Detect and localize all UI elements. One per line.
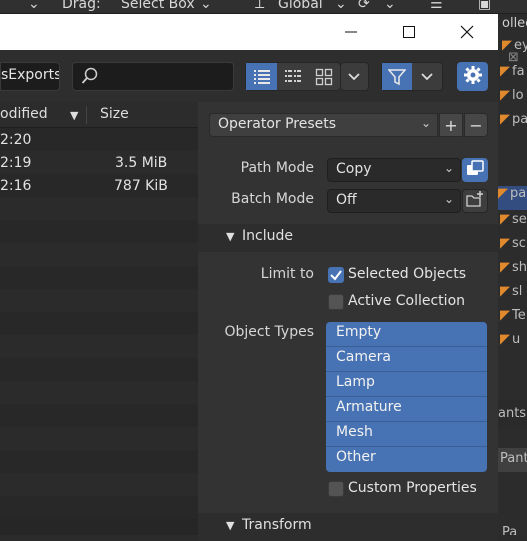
remove-preset-button[interactable]: − xyxy=(464,113,488,137)
path-mode-label: Path Mode xyxy=(240,160,314,176)
object-type-mesh[interactable]: Mesh xyxy=(326,422,487,447)
display-mode-group xyxy=(245,62,341,91)
add-preset-button[interactable]: + xyxy=(439,113,463,137)
object-type-empty[interactable]: Empty xyxy=(326,322,487,347)
properties-label: Pa xyxy=(502,525,518,535)
outliner-row[interactable]: ◤ fa xyxy=(500,64,527,88)
custom-properties-label[interactable]: Custom Properties xyxy=(348,480,477,496)
file-row-modified[interactable]: 2:19 xyxy=(0,155,31,171)
directory-path-field[interactable]: sExports\ xyxy=(0,62,60,91)
outliner-row[interactable]: ◤ lo xyxy=(500,88,527,112)
orientation-icon: ⟂ xyxy=(255,0,265,12)
properties-field[interactable]: Pants xyxy=(498,448,527,472)
new-folder-icon xyxy=(466,190,484,212)
outliner-row-selected[interactable]: ◤ pa xyxy=(498,186,527,210)
pack-files-icon xyxy=(466,159,484,181)
file-row-modified[interactable]: 2:20 xyxy=(0,132,31,148)
transform-section-label: Transform xyxy=(242,517,312,533)
limit-to-label: Limit to xyxy=(260,266,314,282)
outliner-row[interactable]: ◤ sh xyxy=(500,260,527,284)
chevron-down-icon xyxy=(341,63,367,90)
active-collection-label[interactable]: Active Collection xyxy=(348,293,465,309)
vertical-list-icon[interactable] xyxy=(246,63,277,90)
outliner-row[interactable]: ◤ sl xyxy=(500,284,527,308)
properties-label: ants xyxy=(498,400,527,428)
plus-icon: + xyxy=(444,115,458,135)
selected-objects-label[interactable]: Selected Objects xyxy=(348,266,466,282)
outliner-row[interactable]: ◤ se xyxy=(500,212,527,236)
viewport-header: ⌄ Drag: Select Box ⌄ Global ⟂ ⌄ ⟳ ⌄ ☰ ▣ xyxy=(0,0,527,14)
minus-icon: − xyxy=(469,115,483,135)
filter-icon[interactable]: ☰ xyxy=(430,0,443,12)
batch-mode-label: Batch Mode xyxy=(231,191,314,207)
path-mode-dropdown[interactable]: Copy ⌄ xyxy=(327,158,461,182)
chevron-down-icon[interactable] xyxy=(412,63,442,90)
maximize-button[interactable] xyxy=(386,14,432,50)
thumbnails-icon[interactable] xyxy=(308,63,339,90)
view-icon[interactable]: ▣ xyxy=(478,0,491,12)
include-section-label: Include xyxy=(242,228,293,244)
gear-icon xyxy=(463,65,483,89)
custom-properties-checkbox[interactable] xyxy=(328,481,344,497)
object-type-armature[interactable]: Armature xyxy=(326,397,487,422)
chevron-down-icon: ⌄ xyxy=(443,192,454,206)
chevron-down-icon[interactable]: ⌄ xyxy=(28,0,40,12)
embed-textures-toggle[interactable] xyxy=(462,158,488,182)
close-button[interactable] xyxy=(444,14,490,50)
operator-presets-dropdown[interactable]: Operator Presets ⌄ xyxy=(209,113,438,137)
batch-mode-dropdown[interactable]: Off ⌄ xyxy=(327,189,461,213)
chevron-down-icon: ⌄ xyxy=(443,161,454,175)
column-header-modified[interactable]: odified xyxy=(0,106,48,122)
object-type-lamp[interactable]: Lamp xyxy=(326,372,487,397)
chevron-down-icon[interactable]: ⌄ xyxy=(384,0,396,12)
checkmark-icon xyxy=(329,270,343,286)
collapse-arrow-icon: ▼ xyxy=(226,519,235,532)
chevron-down-icon[interactable]: ⌄ xyxy=(335,0,347,12)
dialog-titlebar xyxy=(0,14,498,50)
settings-button[interactable] xyxy=(457,62,488,91)
transform-section-header[interactable]: ▼ Transform xyxy=(198,513,498,541)
file-row-size: 3.5 MiB xyxy=(115,155,168,171)
snap-icon[interactable]: ⟳ xyxy=(358,0,370,12)
display-settings-dropdown[interactable] xyxy=(341,62,369,91)
file-row-modified[interactable]: 2:16 xyxy=(0,178,31,194)
chevron-down-icon: ⌄ xyxy=(420,116,431,130)
object-type-camera[interactable]: Camera xyxy=(326,347,487,372)
outliner-row[interactable]: ◤ u xyxy=(500,332,527,356)
operator-presets-label: Operator Presets xyxy=(218,116,337,132)
object-types-label: Object Types xyxy=(224,324,315,340)
search-input[interactable] xyxy=(72,62,234,91)
file-list-column-headers: odified ▼ Size xyxy=(0,102,198,128)
batch-mode-value: Off xyxy=(336,192,357,208)
chevron-down-icon[interactable]: ⌄ xyxy=(200,0,212,12)
selected-objects-checkbox[interactable] xyxy=(328,267,344,283)
outliner-row[interactable]: ◤ sc xyxy=(500,236,527,260)
orientation-dropdown[interactable]: Global xyxy=(278,0,323,12)
search-icon xyxy=(81,67,99,89)
column-header-size[interactable]: Size xyxy=(100,106,129,122)
batch-own-dir-toggle[interactable] xyxy=(462,189,488,213)
minimize-button[interactable] xyxy=(328,14,374,50)
outliner-header: ollec xyxy=(502,16,527,31)
active-collection-checkbox[interactable] xyxy=(328,294,344,310)
include-section-header[interactable]: ▼ Include xyxy=(198,224,498,252)
object-types-list: Empty Camera Lamp Armature Mesh Other xyxy=(326,322,487,472)
sort-descending-icon[interactable]: ▼ xyxy=(70,109,78,122)
outliner-row[interactable]: ◤ pa xyxy=(500,112,527,136)
column-divider xyxy=(86,106,87,124)
horizontal-list-icon[interactable] xyxy=(277,63,308,90)
background-outliner: ollec ◤ey ⊠ ◤fa ◤lo ◤pa ◤pa ◤se ◤sc ◤sh … xyxy=(498,14,527,535)
object-type-other[interactable]: Other xyxy=(326,447,487,472)
drag-mode-dropdown[interactable]: Select Box xyxy=(121,0,195,12)
drag-label: Drag: xyxy=(62,0,101,12)
outliner-row[interactable]: ◤ Te xyxy=(500,308,527,332)
collapse-arrow-icon: ▼ xyxy=(226,230,235,243)
filter-icon[interactable] xyxy=(382,63,412,90)
file-row-size: 787 KiB xyxy=(114,178,168,194)
path-mode-value: Copy xyxy=(336,161,372,177)
filter-group xyxy=(381,62,443,91)
